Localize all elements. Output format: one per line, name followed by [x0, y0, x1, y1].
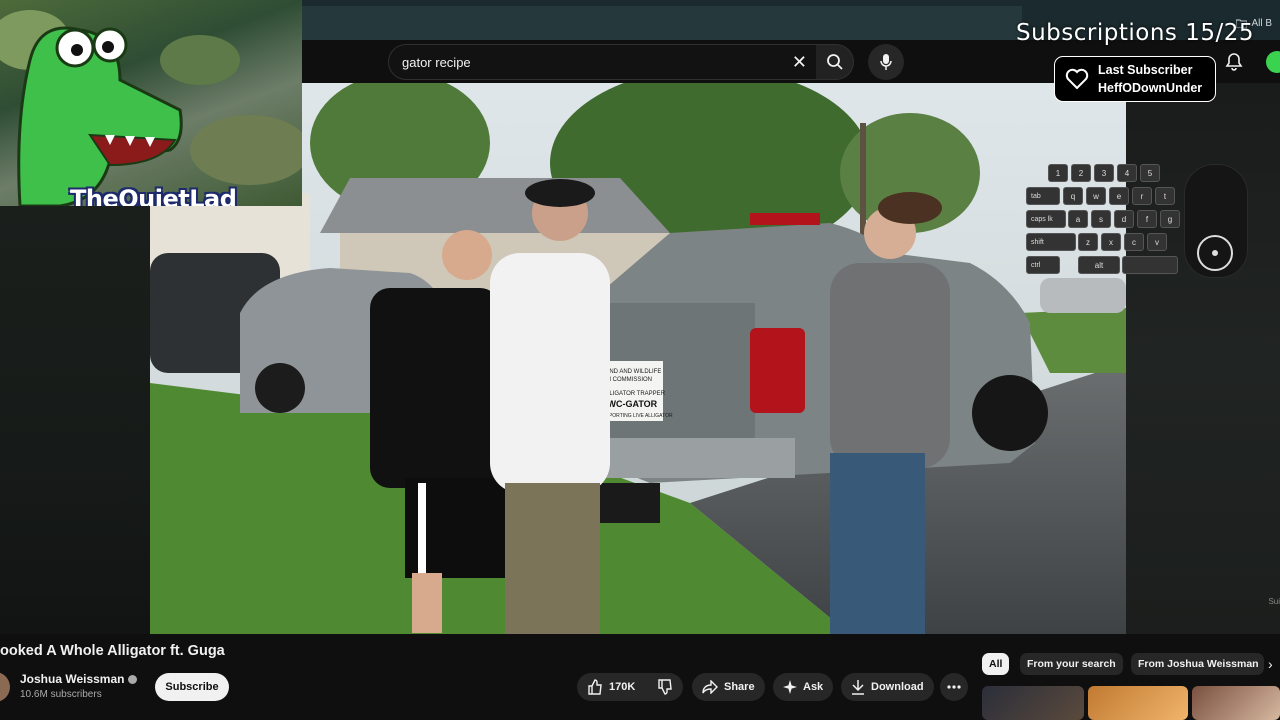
key-g: g: [1160, 210, 1180, 228]
sign-line-4: FWC-GATOR: [602, 399, 658, 409]
key-ctrl: ctrl: [1026, 256, 1060, 274]
last-subscriber-name: HeffODownUnder: [1098, 81, 1203, 95]
dislike-icon[interactable]: [657, 679, 673, 695]
chip-from-channel[interactable]: From Joshua Weissman: [1131, 653, 1264, 675]
share-icon: [702, 680, 718, 694]
mouse-overlay-icon: [1184, 164, 1248, 278]
left-side-panel: [0, 206, 150, 634]
key-t: t: [1155, 187, 1175, 205]
microphone-icon: [880, 54, 892, 70]
side-panel-text: Sui: [1268, 597, 1280, 606]
search-query: gator recipe: [402, 55, 471, 70]
video-title: ooked A Whole Alligator ft. Guga: [0, 643, 225, 659]
key-c: c: [1124, 233, 1144, 251]
streamer-name-logo: TheQuietLad: [70, 185, 237, 206]
last-subscriber-widget: Last Subscriber HeffODownUnder: [1054, 56, 1216, 102]
related-video-thumbnail[interactable]: [1088, 686, 1188, 720]
subscribe-button[interactable]: Subscribe: [155, 673, 229, 701]
voice-search-button[interactable]: [868, 44, 904, 80]
sign-line-3: ALLIGATOR TRAPPER: [602, 391, 666, 397]
key-5: 5: [1140, 164, 1160, 182]
key-caps: caps lk: [1026, 210, 1066, 228]
key-space: [1122, 256, 1178, 274]
key-z: z: [1078, 233, 1098, 251]
download-button[interactable]: Download: [841, 673, 934, 701]
ask-button[interactable]: Ask: [773, 673, 834, 701]
key-w: w: [1086, 187, 1106, 205]
key-2: 2: [1071, 164, 1091, 182]
key-4: 4: [1117, 164, 1137, 182]
search-button[interactable]: [816, 44, 854, 80]
chevron-right-icon[interactable]: ›: [1268, 656, 1273, 672]
chip-from-search[interactable]: From your search: [1020, 653, 1123, 675]
share-button[interactable]: Share: [692, 673, 765, 701]
search-icon: [826, 54, 843, 70]
download-label: Download: [871, 681, 924, 693]
like-dislike-group: 170K: [577, 673, 683, 701]
download-icon: [852, 680, 864, 695]
related-video-thumbnail[interactable]: [982, 686, 1084, 720]
streamer-overlay: TheQuietLad: [0, 0, 302, 206]
subscriber-count: 10.6M subscribers: [20, 689, 102, 700]
verified-icon: [128, 675, 138, 685]
key-f: f: [1137, 210, 1157, 228]
key-r: r: [1132, 187, 1152, 205]
alligator-mascot-image: [0, 10, 302, 206]
channel-name-text: Joshua Weissman: [20, 672, 125, 686]
key-d: d: [1114, 210, 1134, 228]
more-icon: [947, 685, 961, 689]
related-video-thumbnail[interactable]: [1192, 686, 1280, 720]
key-3: 3: [1094, 164, 1114, 182]
heart-icon: [1065, 68, 1089, 90]
key-e: e: [1109, 187, 1129, 205]
ask-label: Ask: [803, 681, 824, 693]
key-shift: shift: [1026, 233, 1076, 251]
like-count[interactable]: 170K: [609, 681, 635, 693]
sparkle-icon: [783, 680, 797, 694]
key-alt: alt: [1078, 256, 1120, 274]
key-v: v: [1147, 233, 1167, 251]
channel-avatar[interactable]: [0, 672, 10, 702]
mouse-cursor-indicator: [1197, 235, 1233, 271]
more-actions-button[interactable]: [940, 673, 968, 701]
sign-line-5: REPORTING LIVE ALLIGATOR: [602, 413, 673, 419]
search-input[interactable]: gator recipe ✕: [388, 44, 818, 80]
sign-line-1: LAND AND WILDLIFE: [602, 369, 661, 375]
key-q: q: [1063, 187, 1083, 205]
key-a: a: [1068, 210, 1088, 228]
tab-bar: [302, 6, 1022, 40]
key-tab: tab: [1026, 187, 1060, 205]
key-s: s: [1091, 210, 1111, 228]
bookmark-label: All B: [1251, 18, 1272, 29]
key-1: 1: [1048, 164, 1068, 182]
key-x: x: [1101, 233, 1121, 251]
last-subscriber-label: Last Subscriber: [1098, 63, 1193, 77]
notifications-bell-icon[interactable]: [1224, 52, 1244, 72]
subscription-goal: Subscriptions 15/25: [1016, 20, 1254, 46]
chip-all[interactable]: All: [982, 653, 1010, 675]
clear-search-icon[interactable]: ✕: [792, 52, 807, 73]
channel-name[interactable]: Joshua Weissman: [20, 672, 138, 686]
share-label: Share: [724, 681, 755, 693]
like-icon[interactable]: [587, 679, 603, 695]
